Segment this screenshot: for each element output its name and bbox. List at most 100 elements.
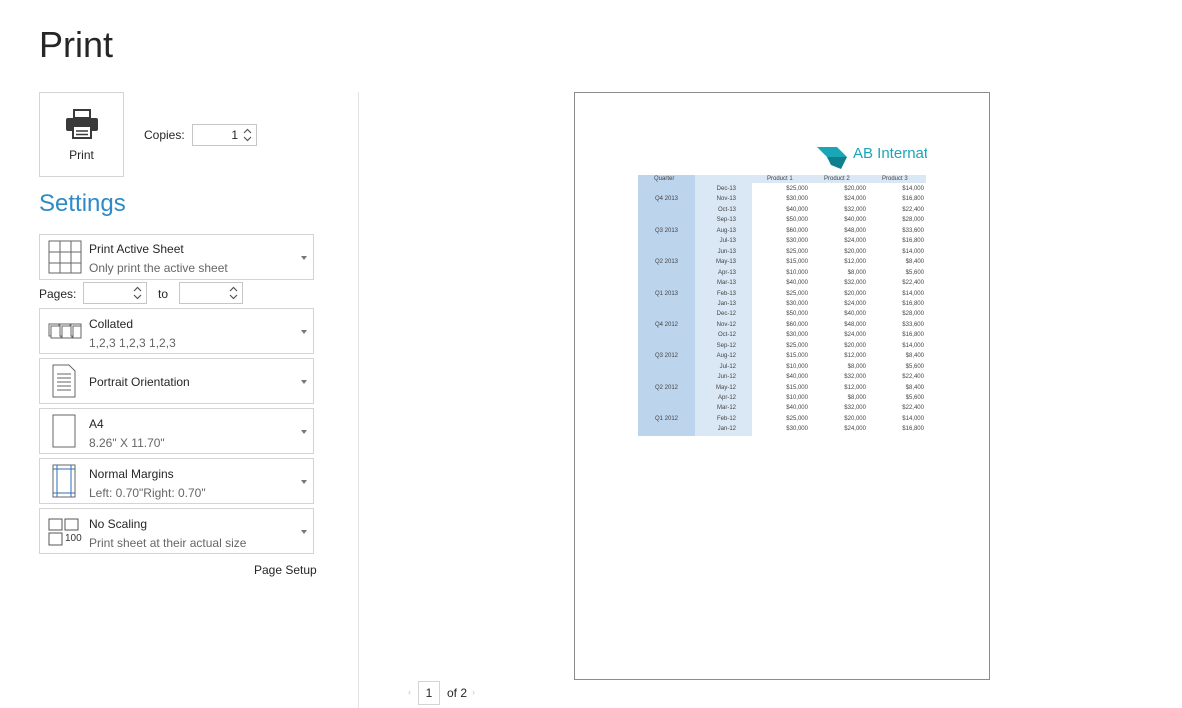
stepper-arrows-icon[interactable]	[229, 286, 238, 300]
table-cell: $33,600	[902, 321, 924, 328]
paper-size-dropdown[interactable]: A4 8.26" X 11.70"	[39, 408, 314, 454]
table-cell: $8,000	[847, 363, 866, 370]
print-what-dropdown[interactable]: Print Active Sheet Only print the active…	[39, 234, 314, 280]
table-cell: $28,000	[902, 217, 924, 224]
chevron-down-icon	[301, 330, 307, 334]
table-cell: $8,000	[847, 395, 866, 401]
table-cell: $24,000	[844, 300, 866, 307]
table-cell: $14,000	[902, 248, 924, 255]
table-cell: $8,400	[905, 384, 924, 391]
table-cell: $10,000	[786, 395, 808, 401]
print-what-subtitle: Only print the active sheet	[89, 261, 228, 275]
prev-page-icon[interactable]: ‹	[408, 687, 411, 697]
table-cell: Dec-12	[716, 311, 736, 318]
table-cell: $60,000	[786, 321, 808, 328]
scaling-title: No Scaling	[89, 517, 148, 531]
table-cell: $30,000	[786, 300, 808, 307]
table-cell: $8,400	[905, 259, 924, 266]
table-cell: $32,000	[844, 206, 866, 213]
pages-from-input[interactable]	[83, 282, 147, 304]
table-cell: $22,400	[902, 374, 924, 381]
quarter-label: Q2 2012	[654, 384, 679, 391]
header-quarter: Quarter	[654, 176, 675, 182]
table-cell: $15,000	[786, 259, 808, 266]
table-cell: $28,000	[902, 311, 924, 318]
table-cell: $5,600	[905, 395, 924, 401]
logo-mark-icon	[817, 147, 847, 169]
table-cell: $48,000	[844, 321, 866, 328]
table-cell: $16,800	[902, 196, 924, 203]
table-cell: Nov-12	[716, 321, 736, 328]
table-cell: $5,600	[905, 363, 924, 370]
scaling-subtitle: Print sheet at their actual size	[89, 536, 247, 550]
table-cell: $10,000	[786, 363, 808, 370]
chevron-down-icon	[301, 530, 307, 534]
table-cell: $30,000	[786, 426, 808, 433]
table-cell: $22,400	[902, 405, 924, 412]
table-cell: Sep-12	[716, 342, 736, 349]
table-cell: Sep-13	[716, 217, 736, 224]
copies-stepper[interactable]: 1	[192, 124, 257, 146]
table-cell: $12,000	[844, 353, 866, 360]
table-cell: $32,000	[844, 280, 866, 287]
table-cell: $16,800	[902, 300, 924, 307]
page-setup-link[interactable]: Page Setup	[254, 563, 317, 577]
table-cell: $40,000	[786, 405, 808, 412]
table-cell: Aug-12	[716, 353, 736, 360]
chevron-down-icon	[301, 380, 307, 384]
next-page-icon[interactable]: ›	[472, 687, 475, 697]
collation-title: Collated	[89, 317, 134, 331]
table-cell: $10,000	[786, 269, 808, 276]
table-cell: Jun-12	[717, 374, 736, 381]
sheet-grid-icon	[48, 240, 82, 274]
printer-icon	[65, 109, 98, 139]
table-cell: $30,000	[786, 238, 808, 245]
quarter-label: Q4 2013	[654, 196, 679, 203]
quarter-label: Q4 2012	[654, 321, 679, 328]
table-cell: Jul-12	[719, 363, 736, 370]
table-cell: May-13	[715, 259, 736, 266]
table-cell: $50,000	[786, 311, 808, 318]
print-button[interactable]: Print	[39, 92, 124, 177]
pages-to-input[interactable]	[179, 282, 243, 304]
table-cell: Jul-13	[719, 238, 736, 245]
orientation-dropdown[interactable]: Portrait Orientation	[39, 358, 314, 404]
panel-divider	[358, 92, 359, 708]
table-cell: $24,000	[844, 196, 866, 203]
header-product-2: Product 2	[824, 176, 850, 182]
paper-size-icon	[52, 414, 76, 448]
quarter-label: Q2 2013	[654, 259, 679, 266]
collation-dropdown[interactable]: Collated 1,2,3 1,2,3 1,2,3	[39, 308, 314, 354]
chevron-down-icon	[301, 256, 307, 260]
table-cell: $40,000	[786, 374, 808, 381]
company-logo: AB Internati	[817, 143, 927, 171]
table-cell: $24,000	[844, 332, 866, 339]
table-cell: May-12	[715, 384, 736, 391]
table-cell: $33,600	[902, 227, 924, 234]
table-cell: $14,000	[902, 342, 924, 349]
table-cell: Oct-12	[717, 332, 736, 339]
margins-dropdown[interactable]: Normal Margins Left: 0.70"Right: 0.70"	[39, 458, 314, 504]
table-cell: Nov-13	[716, 196, 736, 203]
table-cell: $24,000	[844, 426, 866, 433]
table-cell: $15,000	[786, 353, 808, 360]
table-cell: $20,000	[844, 415, 866, 422]
table-cell: Oct-13	[717, 206, 736, 213]
stepper-arrows-icon[interactable]	[243, 128, 252, 142]
copies-value: 1	[231, 128, 238, 142]
portrait-page-icon	[52, 364, 76, 398]
table-cell: $30,000	[786, 332, 808, 339]
table-cell: $22,400	[902, 206, 924, 213]
table-cell: Jan-13	[717, 300, 736, 307]
table-cell: $48,000	[844, 227, 866, 234]
stepper-arrows-icon[interactable]	[133, 286, 142, 300]
table-cell: Feb-12	[716, 415, 736, 422]
table-cell: Feb-13	[716, 290, 736, 297]
current-page-input[interactable]: 1	[418, 681, 440, 705]
copies-label: Copies:	[144, 128, 185, 142]
quarter-column-band	[638, 175, 695, 436]
table-cell: $12,000	[844, 384, 866, 391]
scaling-dropdown[interactable]: 100 No Scaling Print sheet at their actu…	[39, 508, 314, 554]
table-cell: $15,000	[786, 384, 808, 391]
table-cell: $25,000	[786, 415, 808, 422]
